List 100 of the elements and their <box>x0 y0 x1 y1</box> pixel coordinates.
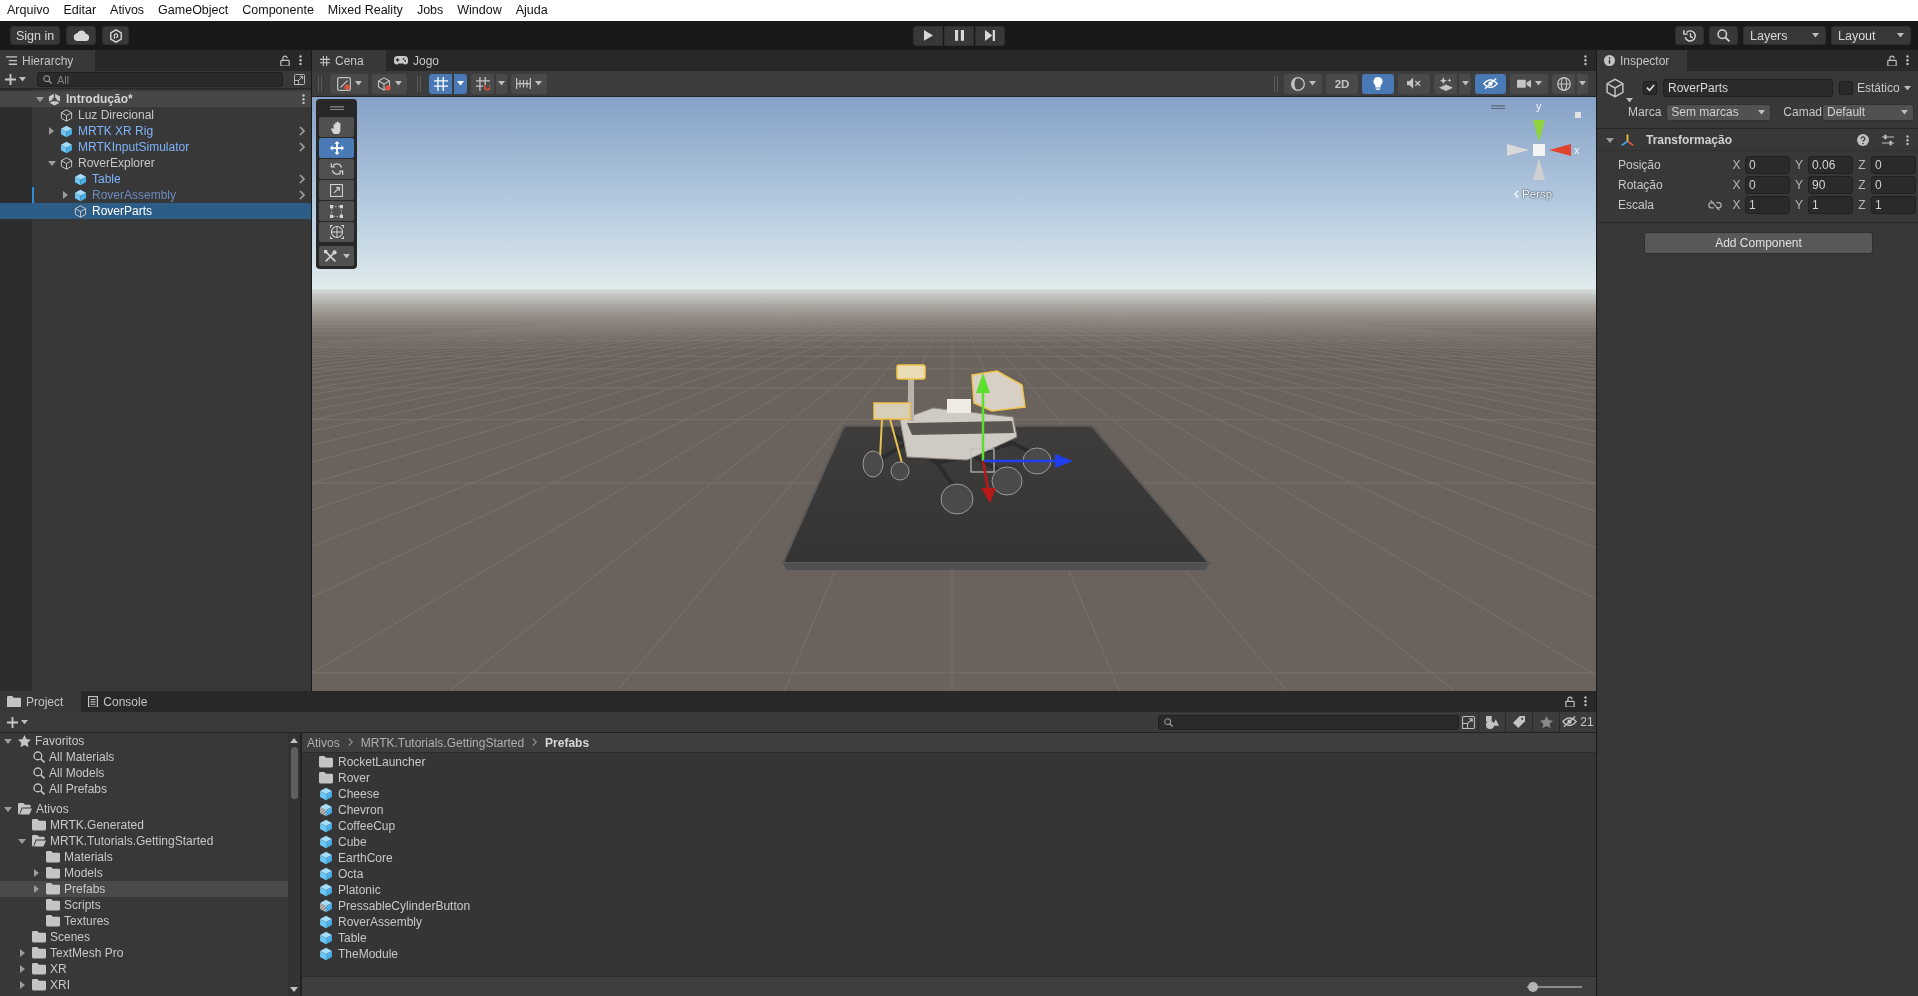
kebab-menu-icon[interactable] <box>302 93 305 105</box>
tag-dropdown[interactable]: Sem marcas <box>1666 103 1772 121</box>
panel-tab[interactable]: Hierarchy <box>0 50 95 71</box>
hierarchy-item[interactable]: Luz Direcional <box>0 107 311 123</box>
gizmos-button[interactable] <box>1552 73 1588 94</box>
asset-item[interactable]: Rover <box>302 770 1596 786</box>
asset-item[interactable]: RocketLauncher <box>302 754 1596 770</box>
grid-snap-button[interactable] <box>471 73 507 94</box>
project-tree-item[interactable]: Textures <box>0 913 288 929</box>
search-field[interactable]: All <box>37 72 283 87</box>
number-field[interactable]: 0 <box>1745 156 1790 175</box>
move-gizmo-drawing[interactable] <box>970 373 1073 503</box>
scroll-up-arrow-icon[interactable] <box>290 738 298 743</box>
kebab-menu-icon[interactable] <box>299 55 302 66</box>
scrollbar[interactable] <box>288 733 300 996</box>
collapsed-arrow-icon[interactable] <box>34 869 39 877</box>
breadcrumb-link[interactable]: Ativos <box>307 735 340 750</box>
hierarchy-item[interactable]: RoverExplorer <box>0 155 311 171</box>
scrollbar-thumb[interactable] <box>290 747 298 799</box>
panel-tab[interactable]: Jogo <box>386 50 452 71</box>
menu-item[interactable]: Mixed Reality <box>320 0 410 21</box>
project-tree-item[interactable]: TextMesh Pro <box>0 945 288 961</box>
kebab-menu-icon[interactable] <box>1906 55 1909 66</box>
sign-in-button[interactable]: Sign in <box>10 26 61 45</box>
asset-item[interactable]: Platonic <box>302 882 1596 898</box>
hierarchy-item[interactable]: Table <box>0 171 311 187</box>
play-button[interactable] <box>913 25 943 46</box>
number-field[interactable]: 0 <box>1745 176 1790 195</box>
scroll-down-arrow-icon[interactable] <box>290 987 298 992</box>
breadcrumb-link[interactable]: Prefabs <box>545 735 590 750</box>
project-tree-item[interactable]: XRI <box>0 977 288 993</box>
project-tree-item[interactable]: Scripts <box>0 897 288 913</box>
project-tree-item[interactable]: Scenes <box>0 929 288 945</box>
cloud-button[interactable] <box>66 26 97 45</box>
project-tree-item[interactable]: All Materials <box>0 749 288 765</box>
menu-item[interactable]: Window <box>450 0 509 21</box>
asset-item[interactable]: Cube <box>302 834 1596 850</box>
number-field[interactable]: 1 <box>1745 196 1790 215</box>
asset-item[interactable]: Chevron <box>302 802 1596 818</box>
menu-item[interactable]: GameObject <box>151 0 236 21</box>
sliders-icon[interactable] <box>1882 134 1894 147</box>
component-title[interactable]: Transformação <box>1646 133 1733 148</box>
kebab-menu-icon[interactable] <box>1906 135 1909 146</box>
history-button[interactable] <box>1675 26 1704 45</box>
2d-toggle-button[interactable]: 2D <box>1326 73 1358 94</box>
project-tree-item[interactable]: All Prefabs <box>0 781 288 797</box>
rect-tool-button[interactable] <box>319 201 354 222</box>
static-checkbox[interactable] <box>1839 81 1853 95</box>
add-component-button[interactable]: Add Component <box>1644 232 1873 255</box>
number-field[interactable]: 1 <box>1871 196 1916 215</box>
camera-button[interactable] <box>1510 73 1548 94</box>
collapsed-arrow-icon[interactable] <box>20 965 25 973</box>
layout-dropdown[interactable]: Layout <box>1831 26 1911 45</box>
number-field[interactable]: 0 <box>1871 176 1916 195</box>
asset-item[interactable]: RoverAssembly <box>302 914 1596 930</box>
project-tree-item[interactable]: Ativos <box>0 801 288 817</box>
search-button[interactable] <box>1709 26 1738 45</box>
collapsed-arrow-icon[interactable] <box>63 191 68 199</box>
hierarchy-item[interactable]: MRTK XR Rig <box>0 123 311 139</box>
help-icon[interactable] <box>1857 134 1869 147</box>
kebab-menu-icon[interactable] <box>1584 55 1587 66</box>
layers-dropdown[interactable]: Layers <box>1743 26 1826 45</box>
expanded-arrow-icon[interactable] <box>4 806 12 812</box>
number-field[interactable]: 90 <box>1808 176 1853 195</box>
slider-thumb[interactable] <box>1527 981 1538 992</box>
project-tree-item[interactable]: XR <box>0 961 288 977</box>
project-tree-item[interactable]: MRTK.Tutorials.GettingStarted <box>0 833 288 849</box>
search-field[interactable] <box>1158 714 1459 730</box>
project-tree-item[interactable]: Materials <box>0 849 288 865</box>
asset-item[interactable]: PressableCylinderButton <box>302 898 1596 914</box>
create-button[interactable] <box>5 74 26 85</box>
asset-item[interactable]: EarthCore <box>302 850 1596 866</box>
menu-item[interactable]: Editar <box>56 0 104 21</box>
rotate-tool-button[interactable] <box>319 159 354 180</box>
collapsed-arrow-icon[interactable] <box>34 885 39 893</box>
lock-icon[interactable] <box>1887 54 1897 67</box>
lighting-toggle-button[interactable] <box>1362 73 1394 94</box>
menu-item[interactable]: Jobs <box>409 0 451 21</box>
asset-item[interactable]: CoffeeCup <box>302 818 1596 834</box>
custom-tools-button[interactable] <box>319 246 354 267</box>
hierarchy-item[interactable]: RoverParts <box>0 203 311 219</box>
search-options-icon[interactable] <box>294 74 305 85</box>
scene-row[interactable]: Introdução* <box>0 91 311 107</box>
asset-item[interactable]: Cheese <box>302 786 1596 802</box>
move-tool-button[interactable] <box>319 138 354 159</box>
menu-item[interactable]: Ativos <box>103 0 152 21</box>
pause-button[interactable] <box>944 25 974 46</box>
draw-mode-button[interactable] <box>330 73 368 94</box>
number-field[interactable]: 0 <box>1871 156 1916 175</box>
menu-item[interactable]: Arquivo <box>0 0 57 21</box>
shading-mode-button[interactable] <box>1284 73 1322 94</box>
view-options-button[interactable] <box>372 73 407 94</box>
scale-tool-button[interactable] <box>319 180 354 201</box>
audio-toggle-button[interactable] <box>1398 73 1430 94</box>
asset-item[interactable]: TheModule <box>302 946 1596 962</box>
asset-item[interactable]: Table <box>302 930 1596 946</box>
project-tree-item[interactable]: MRTK.Generated <box>0 817 288 833</box>
grid-toggle-button[interactable] <box>429 73 467 94</box>
hidden-packages-button[interactable]: 21 <box>1559 712 1596 732</box>
expanded-arrow-icon[interactable] <box>1606 137 1614 143</box>
